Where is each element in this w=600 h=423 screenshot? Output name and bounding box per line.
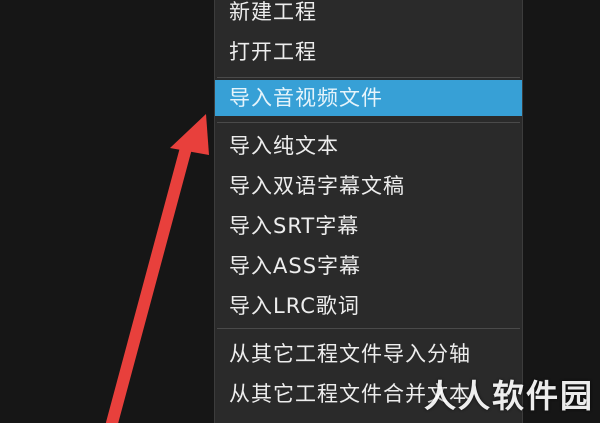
arrow-head (170, 114, 209, 155)
watermark-text: 人人软件园 (423, 377, 594, 415)
red-arrow-annotation (106, 114, 209, 423)
screenshot-stage: 新建工程 打开工程 导入音视频文件 导入纯文本 导入双语字幕文稿 导入SRT字幕… (0, 0, 600, 423)
arrow-shaft (106, 142, 192, 423)
